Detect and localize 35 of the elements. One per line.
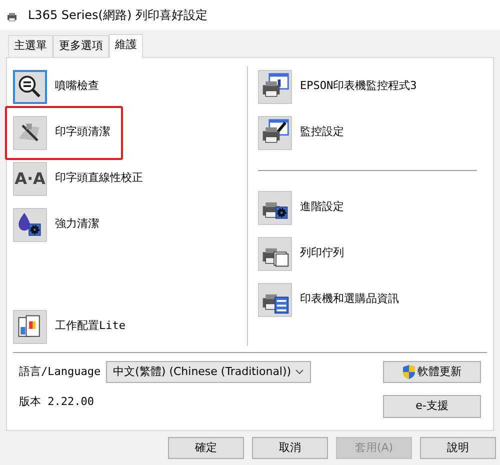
- tool-button[interactable]: [13, 70, 47, 104]
- tool-label: 強力清潔: [55, 216, 99, 232]
- dialog-button[interactable]: 取消: [252, 436, 328, 459]
- tab[interactable]: 更多選項: [53, 35, 109, 56]
- tool-label: 工作配置Lite: [55, 318, 126, 334]
- tool-label: 印表機和選購品資訊: [300, 291, 399, 308]
- tool-button[interactable]: [258, 236, 292, 270]
- tool-button[interactable]: [13, 116, 47, 150]
- tool-button[interactable]: [258, 116, 292, 150]
- dialog-button[interactable]: 說明: [420, 436, 496, 459]
- letters-icon: A·A: [14, 166, 46, 190]
- tool-label: EPSON印表機監控程式3: [300, 78, 417, 94]
- tool-label: 列印佇列: [300, 245, 344, 262]
- tab[interactable]: 主選單: [8, 35, 53, 56]
- shield-icon: [402, 364, 415, 379]
- tool-button[interactable]: A·A: [13, 162, 47, 196]
- dialog-button[interactable]: 確定: [168, 436, 244, 459]
- chevron-down-icon: [295, 368, 304, 375]
- language-dropdown[interactable]: 中文(繁體) (Chinese (Traditional)): [106, 360, 312, 383]
- version-text: 版本 2.22.00: [19, 394, 94, 410]
- update-button[interactable]: 軟體更新: [383, 360, 481, 383]
- support-button[interactable]: e-支援: [383, 395, 481, 418]
- tool-label: 噴嘴檢查: [55, 78, 99, 94]
- tool-button[interactable]: [258, 190, 292, 224]
- tool-label: 印字頭直線性校正: [55, 170, 143, 186]
- tool-button[interactable]: [13, 310, 47, 344]
- tool-label: 進階設定: [300, 199, 344, 216]
- tool-button[interactable]: [258, 70, 292, 104]
- tool-label: 監控設定: [300, 124, 344, 140]
- language-label: 語言/Language: [19, 364, 101, 380]
- tool-button[interactable]: [13, 208, 47, 242]
- tool-button[interactable]: [258, 282, 292, 316]
- tab[interactable]: 維護: [109, 34, 143, 58]
- tool-label: 印字頭清潔: [55, 124, 110, 140]
- window-title: L365 Series(網路) 列印喜好設定: [28, 7, 208, 24]
